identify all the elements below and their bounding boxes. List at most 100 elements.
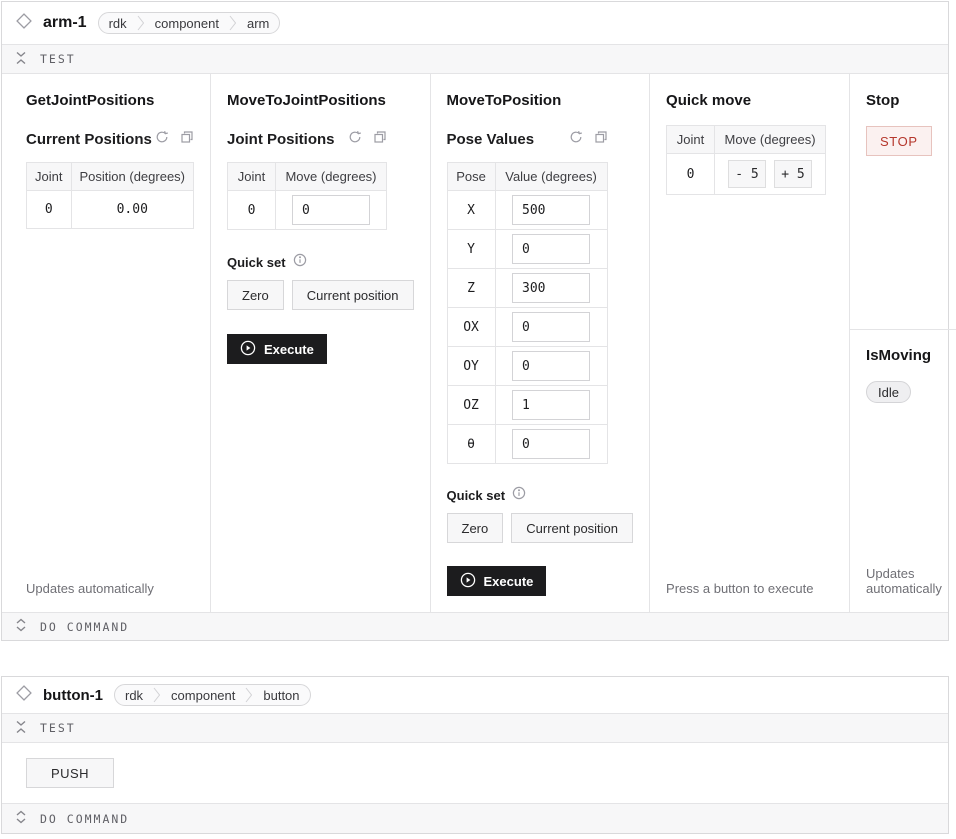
arm-card-header: arm-1 rdk component arm — [2, 2, 948, 44]
do-command-section-toggle[interactable]: DO COMMAND — [2, 612, 948, 640]
pose-label: θ — [447, 425, 495, 464]
panel-footer-note: Updates automatically — [866, 566, 942, 596]
execute-button[interactable]: Execute — [447, 566, 547, 596]
pose-oz-input[interactable] — [512, 390, 590, 420]
collapse-icon — [15, 51, 27, 68]
pose-label: X — [447, 191, 495, 230]
move-plus-5-button[interactable]: + 5 — [774, 160, 812, 188]
test-section-label: TEST — [40, 721, 76, 735]
pose-oy-input[interactable] — [512, 351, 590, 381]
pose-ox-input[interactable] — [512, 312, 590, 342]
component-diamond-icon — [16, 13, 32, 34]
stop-button[interactable]: STOP — [866, 126, 932, 156]
joint-position-value: 0.00 — [71, 191, 194, 229]
panel-quick-move: Quick move Joint Move (degrees) 0 - 5 + … — [650, 74, 850, 612]
expand-icon — [15, 810, 27, 827]
panel-footer-note: Press a button to execute — [666, 581, 833, 596]
table-row: X — [447, 191, 607, 230]
info-icon[interactable] — [512, 486, 526, 505]
breadcrumb-segment: component — [161, 685, 245, 705]
chevron-right-icon — [245, 685, 253, 705]
execute-button[interactable]: Execute — [227, 334, 327, 364]
joint-move-input[interactable] — [292, 195, 370, 225]
test-section-toggle[interactable]: TEST — [2, 713, 948, 743]
breadcrumb-segment: component — [145, 13, 229, 33]
joint-index: 0 — [228, 191, 276, 230]
column-header: Joint — [27, 163, 72, 191]
info-icon[interactable] — [293, 253, 307, 272]
do-command-section-toggle[interactable]: DO COMMAND — [2, 803, 948, 833]
current-position-button[interactable]: Current position — [292, 280, 414, 310]
status-badge: Idle — [866, 381, 911, 403]
table-row: OZ — [447, 386, 607, 425]
quick-set-label: Quick set — [227, 255, 286, 270]
panel-move-to-position: MoveToPosition Pose Values Pose Value (d… — [431, 74, 651, 612]
breadcrumb: rdk component arm — [98, 12, 281, 34]
button-card: button-1 rdk component button TEST PUSH … — [1, 676, 949, 834]
joint-index: 0 — [27, 191, 72, 229]
column-header: Move (degrees) — [715, 126, 826, 154]
resource-title: arm-1 — [43, 14, 87, 32]
panel-title: MoveToJointPositions — [227, 91, 414, 111]
button-test-content: PUSH — [2, 743, 948, 803]
panel-stop-ismoving: Stop STOP IsMoving Idle Updates automati… — [850, 74, 956, 612]
do-command-section-label: DO COMMAND — [40, 812, 129, 826]
refresh-icon[interactable] — [155, 130, 169, 149]
panel-title: Quick move — [666, 91, 833, 111]
test-content: GetJointPositions Current Positions Join… — [2, 74, 948, 612]
column-header: Pose — [447, 163, 495, 191]
refresh-icon[interactable] — [348, 130, 362, 149]
subtitle-row: Current Positions — [26, 130, 194, 149]
chevron-right-icon — [137, 13, 145, 33]
test-section-label: TEST — [40, 52, 76, 66]
zero-button[interactable]: Zero — [227, 280, 284, 310]
page: arm-1 rdk component arm TEST GetJointPos… — [0, 1, 956, 834]
do-command-section-label: DO COMMAND — [40, 620, 129, 634]
push-button[interactable]: PUSH — [26, 758, 114, 788]
breadcrumb: rdk component button — [114, 684, 311, 706]
move-minus-5-button[interactable]: - 5 — [728, 160, 766, 188]
pose-label: OY — [447, 347, 495, 386]
joint-index: 0 — [667, 154, 715, 195]
ismoving-section: IsMoving Idle Updates automatically — [850, 330, 956, 612]
panel-get-joint-positions: GetJointPositions Current Positions Join… — [2, 74, 211, 612]
zero-button[interactable]: Zero — [447, 513, 504, 543]
panel-title: IsMoving — [866, 346, 942, 366]
column-header: Joint — [667, 126, 715, 154]
subtitle: Pose Values — [447, 131, 535, 148]
subtitle-row: Pose Values — [447, 130, 608, 149]
pose-y-input[interactable] — [512, 234, 590, 264]
copy-icon[interactable] — [373, 130, 387, 149]
table-row: Y — [447, 230, 607, 269]
test-section-toggle[interactable]: TEST — [2, 44, 948, 74]
pose-values-table: Pose Value (degrees) X Y Z — [447, 162, 608, 464]
table-row: 0 0.00 — [27, 191, 194, 229]
panel-move-to-joint-positions: MoveToJointPositions Joint Positions Joi… — [211, 74, 431, 612]
refresh-icon[interactable] — [569, 130, 583, 149]
panel-footer-note: Updates automatically — [26, 581, 194, 596]
table-row: θ — [447, 425, 607, 464]
arm-card: arm-1 rdk component arm TEST GetJointPos… — [1, 1, 949, 641]
chevron-right-icon — [229, 13, 237, 33]
table-row: OY — [447, 347, 607, 386]
button-card-header: button-1 rdk component button — [2, 677, 948, 713]
table-row: Z — [447, 269, 607, 308]
copy-icon[interactable] — [594, 130, 608, 149]
panel-title: MoveToPosition — [447, 91, 634, 111]
resource-title: button-1 — [43, 687, 103, 704]
copy-icon[interactable] — [180, 130, 194, 149]
current-positions-table: Joint Position (degrees) 0 0.00 — [26, 162, 194, 229]
breadcrumb-segment: rdk — [99, 13, 137, 33]
table-row: OX — [447, 308, 607, 347]
stop-section: Stop STOP — [850, 74, 956, 330]
column-header: Position (degrees) — [71, 163, 194, 191]
pose-z-input[interactable] — [512, 273, 590, 303]
quick-set-label: Quick set — [447, 488, 506, 503]
collapse-icon — [15, 720, 27, 737]
current-position-button[interactable]: Current position — [511, 513, 633, 543]
breadcrumb-segment: rdk — [115, 685, 153, 705]
pose-theta-input[interactable] — [512, 429, 590, 459]
chevron-right-icon — [153, 685, 161, 705]
pose-label: Z — [447, 269, 495, 308]
pose-x-input[interactable] — [512, 195, 590, 225]
